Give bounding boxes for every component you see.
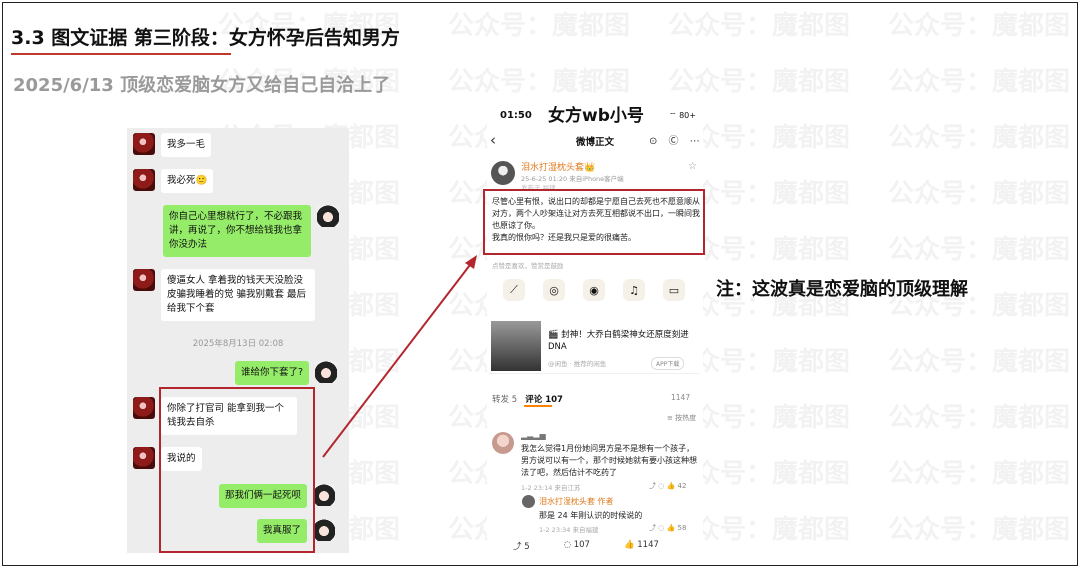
- star-icon[interactable]: ☆: [688, 161, 697, 172]
- reply-avatar[interactable]: [522, 495, 535, 508]
- share-icon[interactable]: ◉: [583, 279, 605, 301]
- commenter-avatar[interactable]: [492, 432, 514, 454]
- reply-text: 那是 24 年刚认识的时候说的: [539, 511, 643, 520]
- ad-image: [491, 321, 541, 371]
- annotation-note: 注：这波真是恋爱脑的顶级理解: [716, 279, 968, 300]
- tab-likes[interactable]: 1147: [671, 393, 690, 402]
- tab-comments[interactable]: 评论 107: [525, 395, 563, 405]
- share-icon[interactable]: ♫: [623, 279, 645, 301]
- bottom-comment-button[interactable]: ◌ 107: [564, 540, 590, 552]
- post-author[interactable]: 泪水打湿枕头套👑: [521, 160, 595, 173]
- bottom-action-bar: ⤴ 5 ◌ 107 👍 1147: [513, 540, 659, 552]
- comment-text: 我怎么觉得1月份她问男方是不是想有一个孩子，男方说可以有一个，那个时候她就有要小…: [521, 444, 697, 477]
- bottom-share-button[interactable]: ⤴ 5: [513, 540, 530, 552]
- reply-actions[interactable]: ⤴ ◌ 👍 58: [649, 523, 686, 533]
- ad-source: @闲鱼 · 推荐的闲鱼: [548, 360, 607, 368]
- ad-title: 🎬 封神！大乔白鹤梁神女还原度刻进DNA: [548, 330, 689, 352]
- author-avatar[interactable]: [491, 161, 515, 185]
- bottom-like-button[interactable]: 👍 1147: [624, 540, 659, 552]
- nav-title: 微博正文: [576, 137, 615, 148]
- slide-frame: 公众号：魔都图 公众号：魔都图 公众号：魔都图 公众号：魔都图 公众号：魔都图 公众号：魔…: [2, 2, 1078, 566]
- post-text: 尽管心里有恨，说出口的却都是宁愿自己去死也不愿意顺从对方，两个人吵架连让对方去死…: [492, 197, 700, 242]
- more-icon[interactable]: ⊙ Ⓒ ⋯: [649, 132, 704, 147]
- share-icon[interactable]: ⟋: [503, 279, 525, 301]
- post-footnote: 点赞是喜欢，赞赏是鼓励: [492, 262, 564, 270]
- reply-author[interactable]: 泪水打湿枕头套 作者: [539, 496, 614, 507]
- tab-active-indicator: [524, 405, 552, 407]
- wifi-battery-icon: ⌔ 80+: [669, 111, 696, 120]
- share-icons-row: ⟋ ◎ ◉ ♫ ▭: [503, 279, 685, 301]
- sort-toggle[interactable]: ≡ 按热度: [667, 413, 696, 423]
- reply-meta: 1-2 23:34 来自福建: [539, 526, 599, 534]
- comment-meta: 1-2 23:14 来自江苏: [521, 484, 581, 492]
- commenter-name[interactable]: ▂▃▂▅: [521, 431, 546, 440]
- status-time: 01:50: [500, 110, 532, 121]
- share-icon[interactable]: ▭: [663, 279, 685, 301]
- back-arrow-icon[interactable]: ‹: [490, 131, 496, 149]
- comment-actions[interactable]: ⤴ ◌ 👍 42: [649, 481, 686, 491]
- share-icon[interactable]: ◎: [543, 279, 565, 301]
- tab-repost[interactable]: 转发 5: [492, 395, 517, 405]
- ad-download-button[interactable]: APP下载: [651, 357, 685, 370]
- post-tabs: 转发 5 评论 107: [492, 393, 563, 405]
- phone-label: 女方wb小号: [548, 106, 644, 126]
